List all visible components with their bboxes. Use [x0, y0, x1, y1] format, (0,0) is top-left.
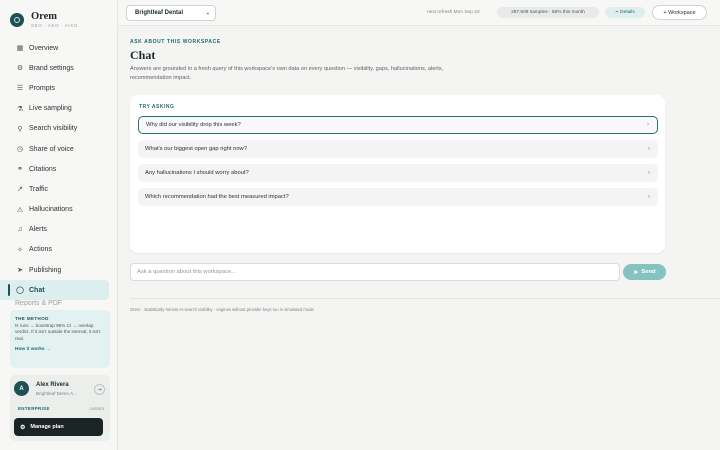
sidebar-item-label: Brand settings	[29, 64, 74, 72]
sidebar-item-brand-settings[interactable]: ⚙ Brand settings	[0, 58, 117, 78]
suggestion-text: Why did our visibility drop this week?	[146, 122, 241, 128]
sidebar-item-actions[interactable]: ✧ Actions	[0, 240, 117, 260]
details-label: Details	[620, 10, 635, 15]
sidebar-nav: ▦ Overview ⚙ Brand settings ☰ Prompts ⚗ Live sa…	[0, 38, 117, 306]
sidebar-item-label: Search visibility	[29, 125, 78, 133]
warning-icon: ⚠	[16, 206, 24, 214]
send-icon: ➤	[633, 269, 639, 276]
details-button[interactable]: ⌁ Details	[605, 7, 645, 18]
suggestion-text: What's our biggest open gap right now?	[145, 146, 247, 152]
logo-icon	[10, 12, 24, 27]
pulse-icon: ⌁	[615, 10, 619, 15]
main-content: ASK ABOUT THIS WORKSPACE Chat Answers ar…	[118, 26, 720, 450]
page-eyebrow: ASK ABOUT THIS WORKSPACE	[130, 39, 221, 45]
suggestion-chip[interactable]: Any hallucinations I should worry about?…	[138, 164, 658, 182]
chevron-right-icon: ›	[647, 122, 649, 128]
brand[interactable]: Orem SEO · AEO · AIXO	[0, 0, 117, 30]
page-description: Answers are grounded in a fresh query of…	[130, 66, 444, 81]
question-input[interactable]	[130, 263, 620, 281]
chat-icon: ◯	[16, 287, 24, 295]
list-icon: ☰	[16, 85, 24, 93]
sidebar-item-chat[interactable]: ◯ Chat	[0, 280, 109, 301]
avatar[interactable]: A	[14, 381, 29, 396]
add-workspace-button[interactable]: + Workspace	[652, 5, 707, 20]
link-icon: ⚭	[17, 166, 23, 174]
sidebar-item-label: Publishing	[29, 266, 62, 274]
plan-kind: custom	[89, 406, 104, 411]
page-title: Chat	[130, 48, 156, 62]
workspace-select-value: Brightleaf Dental	[135, 10, 184, 16]
sidebar-item-label: Chat	[29, 286, 45, 294]
sidebar: Orem SEO · AEO · AIXO ▦ Overview ⚙ Brand se…	[0, 0, 118, 450]
method-card: THE METHOD N runs → bootstrap 95% CI → o…	[10, 310, 110, 368]
sidebar-item-label: Live sampling	[29, 105, 72, 113]
sidebar-item-search-visibility[interactable]: ⚲ Search visibility	[0, 119, 117, 139]
try-asking-card: TRY ASKING Why did our visibility drop t…	[130, 95, 665, 253]
sidebar-item-label: Citations	[29, 165, 57, 173]
bell-icon: ♫	[17, 226, 23, 234]
divider	[130, 298, 720, 299]
sidebar-item-label: Hallucinations	[29, 206, 73, 214]
chevron-down-icon: ⌄	[205, 10, 210, 16]
sidebar-item-share-of-voice[interactable]: ◷ Share of voice	[0, 139, 117, 159]
footer-note: Orem · statistically honest AI-search vi…	[130, 307, 314, 312]
send-button[interactable]: ➤ Send	[623, 264, 666, 280]
user-card: A Alex Rivera Brightleaf Demo A... ⇥ ENT…	[10, 375, 110, 441]
suggestion-text: Any hallucinations I should worry about?	[145, 170, 249, 176]
sidebar-item-overview[interactable]: ▦ Overview	[0, 38, 117, 58]
suggestion-chip[interactable]: Why did our visibility drop this week? ›	[138, 116, 658, 134]
suggestion-chip[interactable]: Which recommendation had the best measur…	[138, 188, 658, 206]
user-org: Brightleaf Demo A...	[36, 391, 77, 396]
lightbulb-icon: ✧	[17, 246, 23, 254]
method-title: THE METHOD	[15, 316, 49, 321]
gear-icon: ⚙	[20, 424, 26, 431]
sidebar-item-label: Share of voice	[29, 145, 74, 153]
sidebar-item-label: Traffic	[29, 185, 49, 193]
manage-plan-label: Manage plan	[30, 424, 64, 430]
clock-icon: ◷	[16, 146, 24, 154]
logout-icon[interactable]: ⇥	[94, 384, 105, 395]
composer: ➤ Send	[130, 263, 666, 281]
sidebar-item-label: Actions	[29, 246, 52, 254]
grid-icon: ▦	[16, 45, 24, 53]
top-bar: Brightleaf Dental ⌄ next refresh Mon Sep…	[118, 0, 720, 26]
chevron-right-icon: ›	[648, 194, 650, 200]
manage-plan-button[interactable]: ⚙ Manage plan	[14, 418, 103, 436]
brand-tagline: SEO · AEO · AIXO	[31, 23, 78, 28]
workspace-select[interactable]: Brightleaf Dental ⌄	[126, 5, 216, 21]
sidebar-item-publishing[interactable]: ➤ Publishing	[0, 260, 117, 280]
sidebar-item-live-sampling[interactable]: ⚗ Live sampling	[0, 99, 117, 119]
sidebar-item-hallucinations[interactable]: ⚠ Hallucinations	[0, 200, 117, 220]
flask-icon: ⚗	[16, 105, 24, 113]
chevron-right-icon: ›	[648, 170, 650, 176]
settings-icon: ⚙	[16, 65, 24, 73]
suggestion-text: Which recommendation had the best measur…	[145, 194, 289, 200]
search-icon: ⚲	[17, 125, 23, 133]
how-it-works-link[interactable]: How it works →	[15, 347, 105, 352]
sidebar-item-reports[interactable]: Reports & PDF	[0, 300, 117, 306]
samples-badge: 287,509 samples · 58% this month	[497, 7, 599, 18]
method-body: N runs → bootstrap 95% CI → overlap verd…	[15, 323, 101, 341]
sidebar-item-citations[interactable]: ⚭ Citations	[0, 159, 117, 179]
user-name: Alex Rivera	[36, 382, 69, 388]
plan-tier: ENTERPRISE	[18, 406, 50, 411]
try-asking-label: TRY ASKING	[139, 104, 175, 110]
sidebar-item-traffic[interactable]: ↗ Traffic	[0, 179, 117, 199]
sidebar-item-prompts[interactable]: ☰ Prompts	[0, 78, 117, 98]
send-icon: ➤	[17, 267, 23, 275]
send-label: Send	[641, 269, 656, 275]
refresh-status: next refresh Mon Sep 23	[427, 10, 480, 15]
brand-name: Orem	[31, 11, 58, 22]
chevron-right-icon: ›	[648, 146, 650, 152]
trend-icon: ↗	[17, 186, 23, 194]
sidebar-item-label: Overview	[29, 44, 59, 52]
suggestion-chip[interactable]: What's our biggest open gap right now? ›	[138, 140, 658, 158]
sidebar-item-label: Prompts	[29, 84, 56, 92]
sidebar-item-alerts[interactable]: ♫ Alerts	[0, 220, 117, 240]
sidebar-item-label: Alerts	[29, 226, 47, 234]
